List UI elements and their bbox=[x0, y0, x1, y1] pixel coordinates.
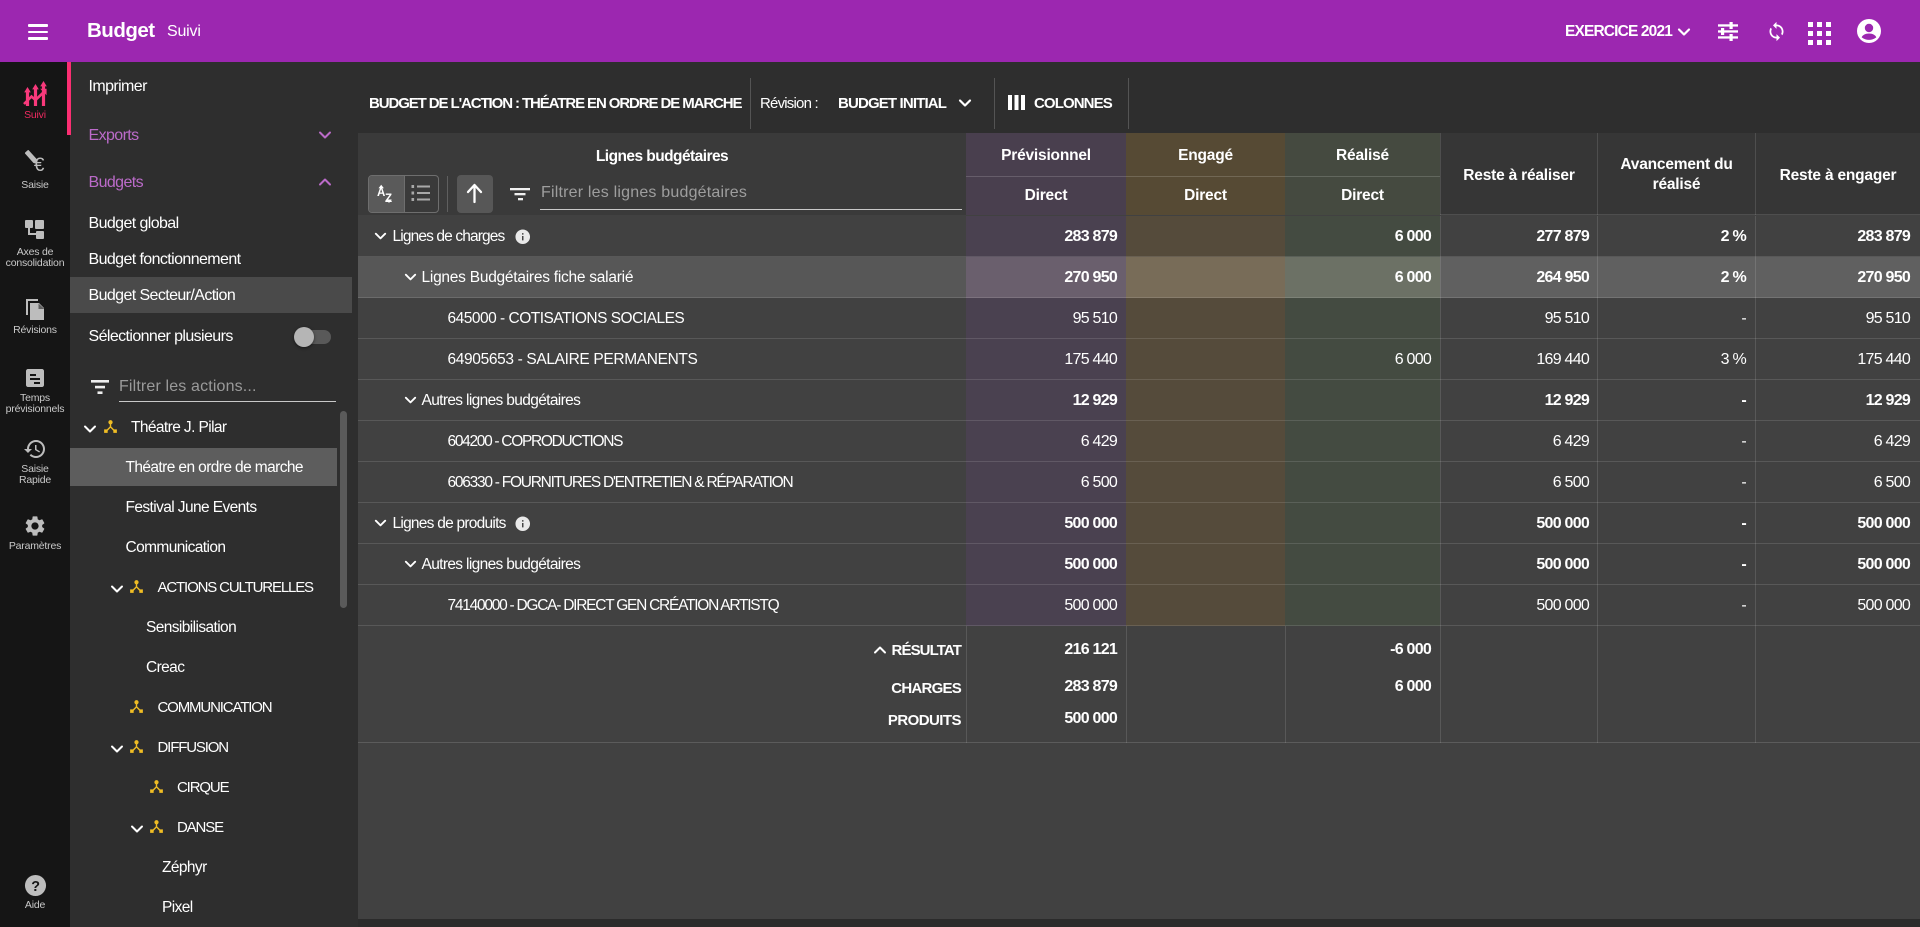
svg-text:?: ? bbox=[31, 879, 40, 895]
svg-text:€: € bbox=[34, 155, 45, 176]
